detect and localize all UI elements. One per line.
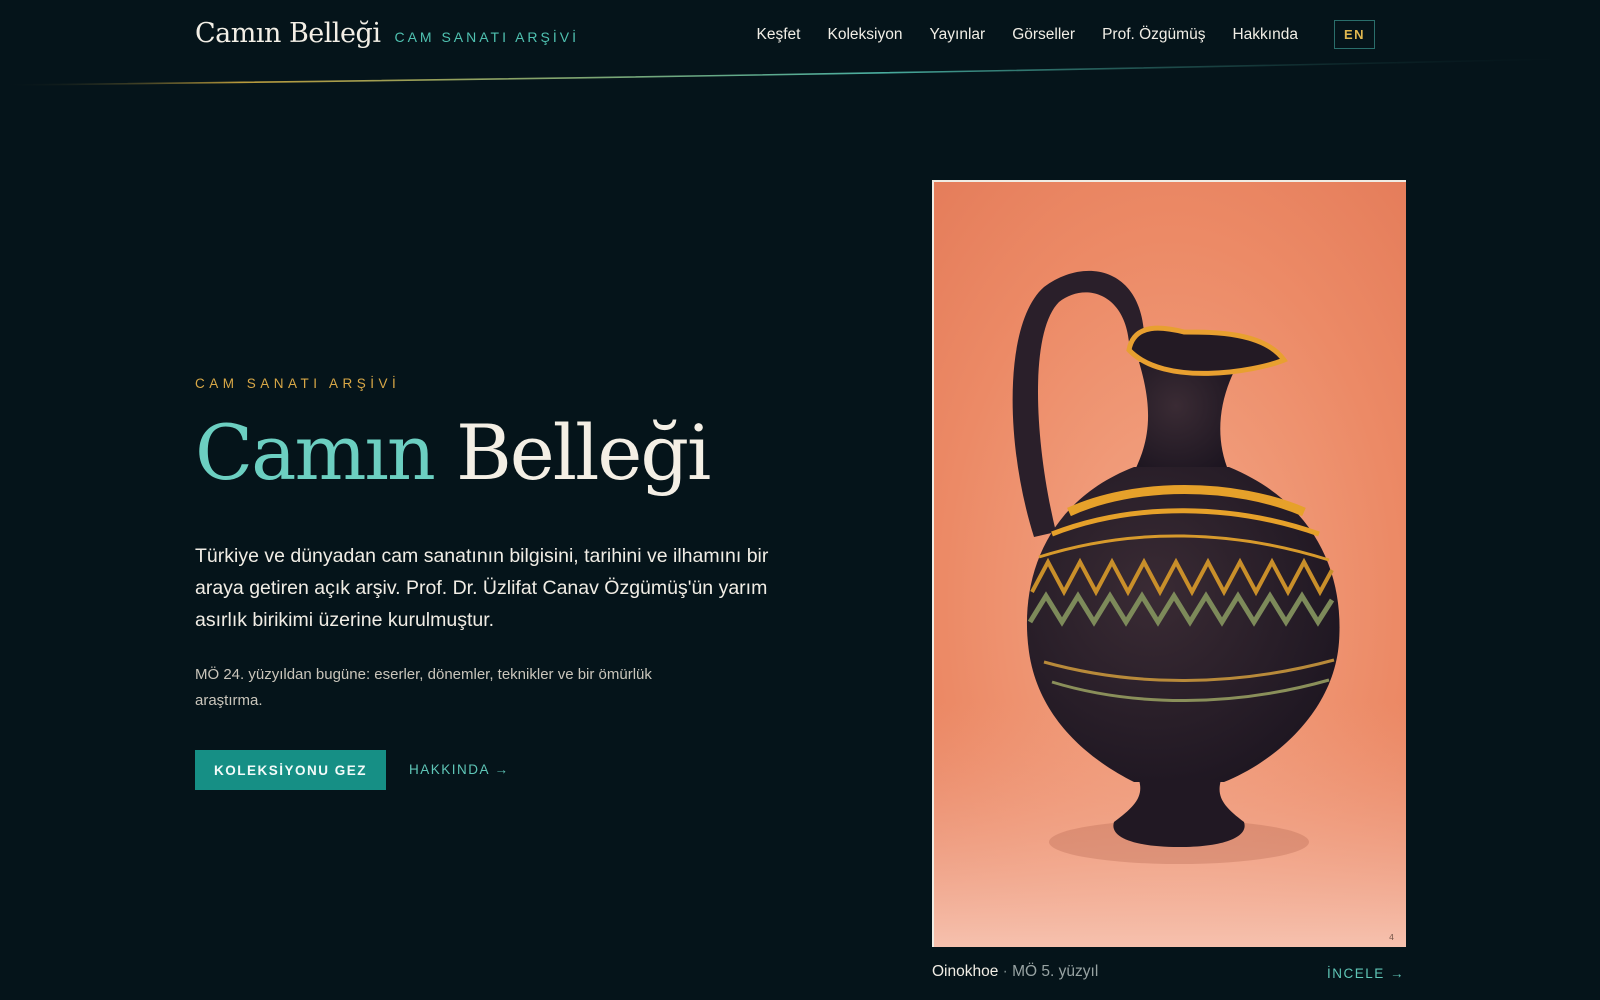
nav-yayinlar[interactable]: Yayınlar bbox=[929, 26, 985, 44]
hero-eyebrow: CAM SANATI ARŞİVİ bbox=[195, 376, 401, 391]
language-toggle-button[interactable]: EN bbox=[1333, 20, 1375, 49]
main-nav: Keşfet Koleksiyon Yayınlar Görseller Pro… bbox=[757, 20, 1375, 49]
oinokhoe-illustration: 4 bbox=[934, 182, 1406, 947]
brand-subtitle: CAM SANATI ARŞİVİ bbox=[394, 29, 579, 45]
browse-collection-button[interactable]: KOLEKSİYONU GEZ bbox=[195, 750, 386, 790]
nav-ozgumus[interactable]: Prof. Özgümüş bbox=[1102, 26, 1205, 44]
hero-title-word-2: Belleği bbox=[455, 408, 711, 497]
brand[interactable]: Camın Belleği CAM SANATI ARŞİVİ bbox=[195, 18, 579, 49]
featured-artifact-image[interactable]: 4 bbox=[932, 180, 1406, 947]
nav-koleksiyon[interactable]: Koleksiyon bbox=[828, 26, 903, 44]
site-header: Camın Belleği CAM SANATI ARŞİVİ Keşfet K… bbox=[0, 0, 1600, 90]
nav-kesfet[interactable]: Keşfet bbox=[757, 26, 801, 44]
artifact-date: MÖ 5. yüzyıl bbox=[1012, 963, 1099, 980]
artifact-name: Oinokhoe bbox=[932, 963, 999, 980]
artifact-caption: Oinokhoe · MÖ 5. yüzyıl bbox=[932, 963, 1098, 981]
caption-separator: · bbox=[998, 963, 1013, 980]
image-page-number: 4 bbox=[1389, 933, 1394, 942]
hero-subtext: MÖ 24. yüzyıldan bugüne: eserler, döneml… bbox=[195, 666, 652, 709]
hero-title-word-1: Camın bbox=[195, 408, 436, 497]
inspect-link[interactable]: İNCELE → bbox=[1327, 966, 1405, 981]
header-divider bbox=[0, 57, 1600, 86]
brand-title[interactable]: Camın Belleği bbox=[195, 18, 381, 49]
hero-lead: Türkiye ve dünyadan cam sanatının bilgis… bbox=[195, 545, 769, 631]
about-link[interactable]: HAKKINDA → bbox=[409, 762, 510, 777]
hero-title: Camın Belleği bbox=[195, 415, 711, 491]
nav-hakkinda[interactable]: Hakkında bbox=[1232, 26, 1297, 44]
nav-gorseller[interactable]: Görseller bbox=[1012, 26, 1075, 44]
